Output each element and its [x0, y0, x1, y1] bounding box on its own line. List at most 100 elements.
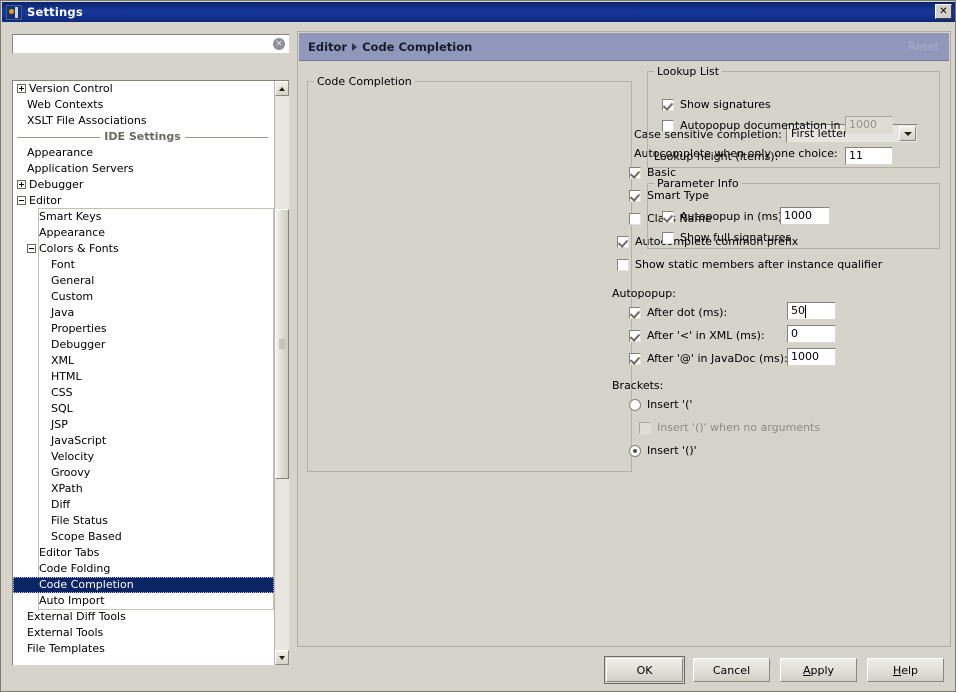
tree-item-label: Application Servers	[27, 162, 134, 175]
tree-item[interactable]: SQL	[13, 401, 274, 417]
tree-item[interactable]: Debugger	[13, 337, 274, 353]
tree-item[interactable]: Properties	[13, 321, 274, 337]
tree-item[interactable]: Version Control	[13, 81, 274, 97]
basic-checkbox[interactable]	[629, 166, 641, 179]
clear-search-icon[interactable]: ×	[273, 38, 285, 50]
code-completion-legend: Code Completion	[317, 75, 412, 88]
after-dot-input[interactable]: 50	[787, 302, 836, 320]
breadcrumb-root[interactable]: Editor	[308, 40, 347, 54]
smart-type-checkbox[interactable]	[629, 189, 641, 202]
apply-button[interactable]: Apply	[780, 658, 857, 682]
help-label: elp	[901, 663, 919, 677]
after-xml-checkbox[interactable]	[629, 329, 641, 342]
after-xml-input[interactable]: 0	[787, 325, 836, 343]
tree-item[interactable]: Editor	[13, 193, 274, 209]
insert-pair-radio[interactable]	[629, 444, 641, 457]
after-javadoc-input[interactable]: 1000	[787, 348, 836, 366]
after-xml-row[interactable]: After '<' in XML (ms):	[629, 329, 765, 342]
tree-item-label: Version Control	[29, 82, 113, 95]
autopopup-header: Autopopup:	[612, 287, 676, 300]
help-button[interactable]: Help	[867, 658, 944, 682]
after-dot-checkbox[interactable]	[629, 306, 641, 319]
tree-item[interactable]: Editor Tabs	[13, 545, 274, 561]
tree-item-label: HTML	[51, 370, 82, 383]
autopopup-doc-checkbox[interactable]	[662, 119, 674, 132]
tree-item[interactable]: HTML	[13, 369, 274, 385]
tree-item-selected[interactable]: Code Completion	[13, 577, 274, 593]
tree-item-label: XML	[51, 354, 75, 367]
tree-item[interactable]: Groovy	[13, 465, 274, 481]
show-signatures-row[interactable]: Show signatures	[662, 98, 771, 111]
tree-collapse-icon[interactable]	[17, 195, 26, 205]
tree-item[interactable]: Smart Keys	[13, 209, 274, 225]
tree-item-label: Properties	[51, 322, 107, 335]
tree-expand-icon[interactable]	[17, 179, 26, 189]
close-icon[interactable]: ✕	[935, 4, 952, 19]
param-autopopup-input[interactable]: 1000	[780, 207, 830, 225]
tree-item[interactable]: General	[13, 273, 274, 289]
param-autopopup-checkbox[interactable]	[662, 210, 674, 223]
full-signatures-row[interactable]: Show full signatures	[662, 231, 791, 244]
tree-item[interactable]: Scope Based	[13, 529, 274, 545]
insert-no-args-label: Insert '()' when no arguments	[657, 421, 821, 434]
tree-item[interactable]: Diff	[13, 497, 274, 513]
panel-header: Editor Code Completion Reset	[299, 33, 949, 61]
tree-item-label: Groovy	[51, 466, 91, 479]
reset-link[interactable]: Reset	[908, 40, 939, 53]
autopopup-doc-row[interactable]: Autopopup documentation in (ms):	[662, 119, 873, 132]
tree-item[interactable]: Auto Import	[13, 593, 274, 609]
autopopup-doc-input: 1000	[845, 116, 893, 134]
tree-expand-icon[interactable]	[17, 83, 26, 93]
search-field[interactable]: ×	[12, 34, 290, 54]
insert-paren-radio-row[interactable]: Insert '('	[629, 398, 692, 411]
cancel-button[interactable]: Cancel	[693, 658, 770, 682]
window-title: Settings	[27, 5, 83, 19]
tree-collapse-icon[interactable]	[27, 243, 36, 253]
tree-item[interactable]: Font	[13, 257, 274, 273]
tree-item[interactable]: Web Contexts	[13, 97, 274, 113]
tree-item[interactable]: File Status	[13, 513, 274, 529]
after-javadoc-checkbox[interactable]	[629, 352, 641, 365]
tree-item[interactable]: Application Servers	[13, 161, 274, 177]
static-members-checkbox[interactable]	[617, 258, 629, 271]
tree-item[interactable]: XSLT File Associations	[13, 113, 274, 129]
tree-scrollbar[interactable]	[274, 81, 289, 665]
tree-item[interactable]: Colors & Fonts	[13, 241, 274, 257]
common-prefix-checkbox[interactable]	[617, 235, 629, 248]
scroll-up-icon[interactable]	[275, 81, 289, 96]
static-members-checkbox-row[interactable]: Show static members after instance quali…	[617, 258, 882, 271]
tree-item[interactable]: XPath	[13, 481, 274, 497]
after-javadoc-row[interactable]: After '@' in JavaDoc (ms):	[629, 352, 788, 365]
after-dot-row[interactable]: After dot (ms):	[629, 306, 727, 319]
tree-item[interactable]: External Diff Tools	[13, 609, 274, 625]
tree-item[interactable]: Appearance	[13, 145, 274, 161]
tree-item-label: Appearance	[39, 226, 106, 239]
tree-item[interactable]: Velocity	[13, 449, 274, 465]
tree-item-label: XSLT File Associations	[27, 114, 147, 127]
scrollbar-thumb[interactable]	[275, 209, 289, 479]
lookup-height-input[interactable]: 11	[845, 147, 893, 165]
tree-item[interactable]: Debugger	[13, 177, 274, 193]
ok-button[interactable]: OK	[604, 656, 685, 684]
tree-item[interactable]: JSP	[13, 417, 274, 433]
tree-item[interactable]: Code Folding	[13, 561, 274, 577]
tree-item[interactable]: External Tools	[13, 625, 274, 641]
tree-item[interactable]: JavaScript	[13, 433, 274, 449]
insert-paren-radio[interactable]	[629, 398, 641, 411]
show-signatures-checkbox[interactable]	[662, 98, 674, 111]
tree-item[interactable]: Java	[13, 305, 274, 321]
search-input[interactable]	[16, 37, 266, 51]
tree-item-label: Debugger	[51, 338, 106, 351]
insert-pair-radio-row[interactable]: Insert '()'	[629, 444, 697, 457]
brackets-header: Brackets:	[612, 379, 664, 392]
full-signatures-checkbox[interactable]	[662, 231, 674, 244]
tree-item[interactable]: Appearance	[13, 225, 274, 241]
tree-item-label: XPath	[51, 482, 83, 495]
tree-item-label: Java	[51, 306, 75, 319]
param-autopopup-row[interactable]: Autopopup in (ms):	[662, 210, 786, 223]
settings-tree-rows: Version Control Web Contexts XSLT File Ass…	[13, 81, 274, 657]
tree-item[interactable]: CSS	[13, 385, 274, 401]
tree-item[interactable]: XML	[13, 353, 274, 369]
class-name-checkbox[interactable]	[629, 212, 641, 225]
tree-item[interactable]: Custom	[13, 289, 274, 305]
